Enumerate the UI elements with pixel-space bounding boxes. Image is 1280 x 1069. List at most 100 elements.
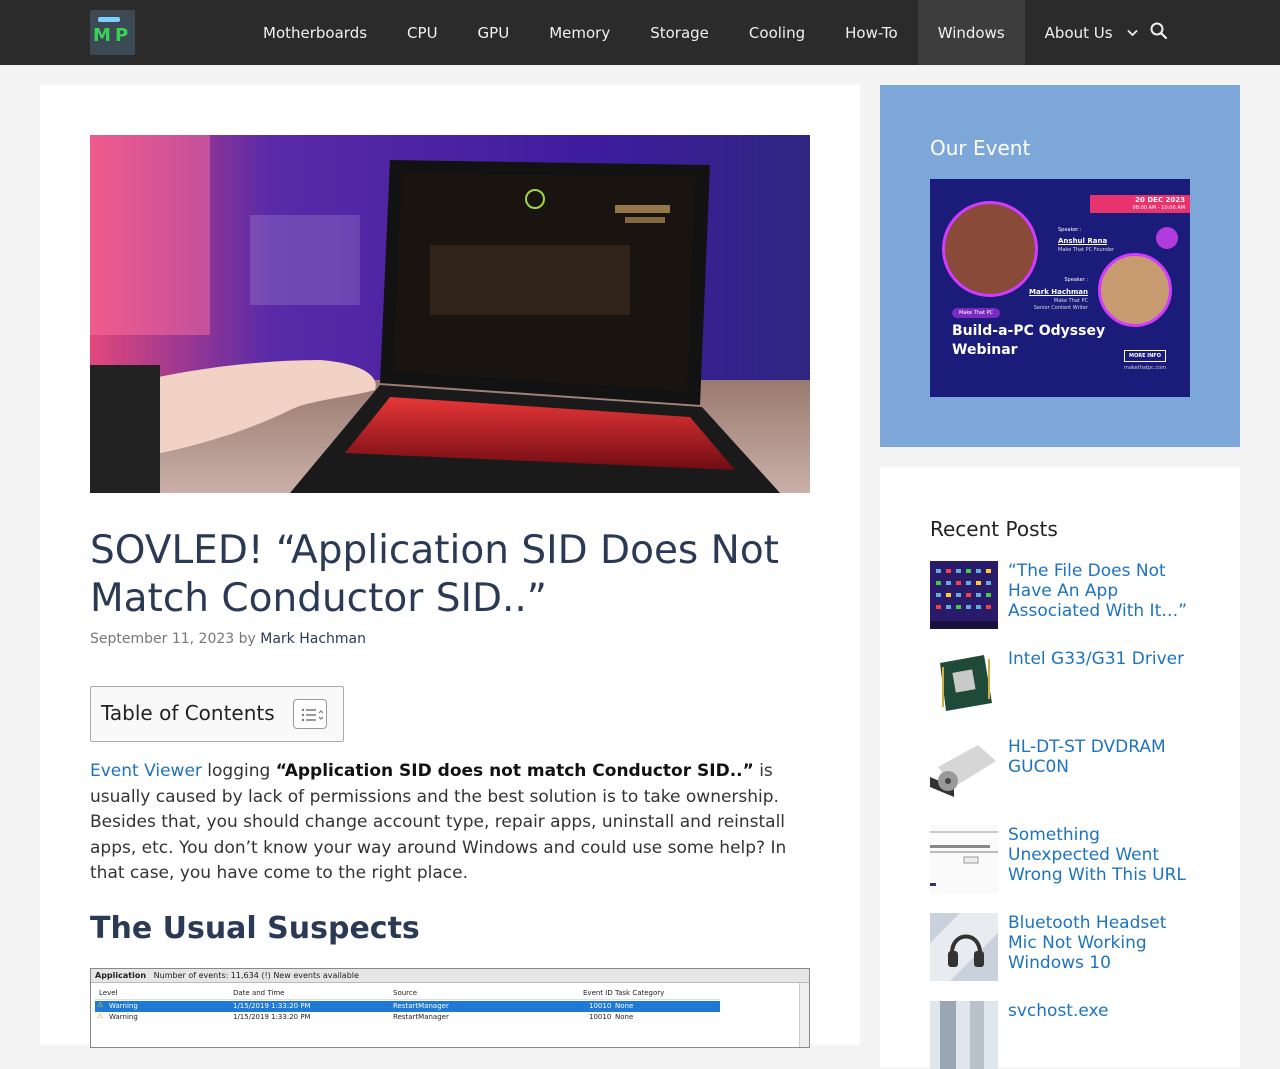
cell: None: [615, 1002, 634, 1010]
section-heading: The Usual Suspects: [90, 911, 420, 946]
cell: 1/15/2019 1:33:20 PM: [233, 1013, 311, 1021]
page-title: SOVLED! “Application SID Does Not Match …: [90, 528, 779, 621]
speaker1-photo: [942, 201, 1038, 297]
logo-letter-m: M: [93, 25, 111, 46]
more-info-button[interactable]: MORE INFO: [1124, 350, 1166, 362]
recent-posts-widget: Recent Posts “The File Does Not Have An …: [880, 467, 1240, 1069]
table-row[interactable]: ⚠ Warning 1/15/2019 1:33:20 PM RestartMa…: [95, 1012, 720, 1023]
cell: 10010: [589, 1013, 612, 1021]
nav-cpu[interactable]: CPU: [387, 0, 458, 65]
nav-label: Motherboards: [263, 23, 368, 42]
toc-toggle-button[interactable]: [293, 699, 327, 729]
recent-post-link[interactable]: svchost.exe: [1008, 1001, 1198, 1021]
cell: 1/15/2019 1:33:20 PM: [233, 1002, 311, 1010]
post-thumbnail[interactable]: [930, 737, 998, 805]
nav-label: Windows: [937, 23, 1005, 42]
nav-label: Memory: [549, 23, 611, 42]
speaker1-role: Make That PC Founder: [1058, 247, 1115, 253]
event-viewer-screenshot: Application Number of events: 11,634 (!)…: [90, 968, 810, 1048]
screenshot-header: Application Number of events: 11,634 (!)…: [91, 969, 809, 983]
banner-headline-1: Build-a-PC Odyssey: [952, 323, 1106, 339]
post-meta: September 11, 2023 by Mark Hachman: [90, 631, 366, 647]
nav-how-to[interactable]: How-To: [825, 0, 918, 65]
nav-gpu[interactable]: GPU: [458, 0, 530, 65]
event-date: 20 DEC 2023: [1135, 196, 1185, 204]
logo-letter-p: P: [115, 25, 129, 46]
intro-text-1: logging: [201, 761, 276, 781]
screenshot-scrollbar: [799, 983, 809, 1047]
nav-storage[interactable]: Storage: [630, 0, 729, 65]
nav-label: Cooling: [748, 23, 806, 42]
event-time: 08:00 AM - 10:00 AM: [1132, 205, 1185, 211]
speaker2-photo: [1098, 253, 1172, 327]
event-widget: Our Event 20 DEC 2023 08:00 AM - 10:00 A…: [880, 85, 1240, 447]
speaker2-title: Senior Content Writer: [1033, 305, 1088, 311]
cell: Warning: [109, 1013, 138, 1021]
screenshot-tab: Application: [95, 971, 147, 980]
nav-label: How-To: [845, 23, 898, 42]
event-widget-title: Our Event: [930, 136, 1031, 160]
cell: RestartManager: [393, 1013, 449, 1021]
nav-about-us[interactable]: About Us: [1025, 0, 1158, 65]
post-thumbnail[interactable]: [930, 825, 998, 893]
cell: RestartManager: [393, 1002, 449, 1010]
speaker1-label: Speaker :: [1058, 227, 1082, 233]
recent-post-link[interactable]: “The File Does Not Have An App Associate…: [1008, 561, 1198, 621]
nav-memory[interactable]: Memory: [529, 0, 630, 65]
logo-wrench-icon: [98, 17, 120, 22]
nav-windows[interactable]: Windows: [917, 0, 1025, 65]
banner-site: makethatpc.com: [1124, 365, 1167, 371]
brand-tag: Make That PC: [952, 308, 1000, 318]
cell: Warning: [109, 1002, 138, 1010]
post-by: by: [238, 631, 256, 647]
recent-post-link[interactable]: Something Unexpected Went Wrong With Thi…: [1008, 825, 1198, 885]
site-header: M P Motherboards CPU GPU Memory Storage …: [0, 0, 1280, 65]
nav-label: CPU: [407, 23, 438, 42]
speaker1-name: Anshul Rana: [1058, 237, 1108, 245]
nav-motherboards[interactable]: Motherboards: [243, 0, 387, 65]
nav-cooling[interactable]: Cooling: [729, 0, 825, 65]
nav-label: GPU: [477, 23, 510, 42]
nav-label: About Us: [1044, 23, 1113, 42]
site-logo[interactable]: M P: [90, 10, 135, 55]
hero-image-gaming-laptop: [90, 135, 810, 493]
search-icon[interactable]: [1150, 22, 1172, 44]
col-date: Date and Time: [233, 989, 285, 997]
post-thumbnail[interactable]: [930, 649, 998, 717]
post-thumbnail[interactable]: [930, 1001, 998, 1069]
recent-post-link[interactable]: Intel G33/G31 Driver: [1008, 649, 1198, 669]
post-date[interactable]: September 11, 2023: [90, 631, 234, 647]
main-nav: Motherboards CPU GPU Memory Storage Cool…: [243, 0, 1158, 65]
cell: None: [615, 1013, 634, 1021]
cell: 10010: [589, 1002, 612, 1010]
col-level: Level: [99, 989, 118, 997]
warning-icon: ⚠: [97, 1012, 104, 1020]
col-task-category: Task Category: [615, 989, 665, 997]
toc-title: Table of Contents: [101, 701, 275, 725]
webinar-banner[interactable]: 20 DEC 2023 08:00 AM - 10:00 AM Speaker …: [930, 179, 1190, 397]
speaker2-name: Mark Hachman: [1029, 288, 1088, 296]
warning-icon: ⚠: [97, 1001, 104, 1009]
banner-headline-2: Webinar: [952, 342, 1018, 358]
table-row[interactable]: ⚠ Warning 1/15/2019 1:33:20 PM RestartMa…: [95, 1001, 720, 1012]
author-link[interactable]: Mark Hachman: [260, 631, 366, 647]
intro-paragraph: Event Viewer logging “Application SID do…: [90, 759, 810, 887]
event-viewer-link[interactable]: Event Viewer: [90, 761, 202, 781]
post-thumbnail[interactable]: [930, 561, 998, 629]
speaker2-label: Speaker :: [1064, 277, 1088, 283]
recent-posts-title: Recent Posts: [930, 517, 1058, 541]
nav-label: Storage: [650, 23, 709, 42]
col-event-id: Event ID: [583, 989, 613, 997]
col-source: Source: [393, 989, 418, 997]
decor-dot: [1156, 227, 1178, 249]
recent-post-link[interactable]: Bluetooth Headset Mic Not Working Window…: [1008, 913, 1198, 973]
screenshot-columns: Level Date and Time Source Event ID Task…: [95, 987, 720, 1000]
screenshot-summary: Number of events: 11,634 (!) New events …: [153, 971, 359, 980]
table-of-contents: Table of Contents: [90, 686, 344, 742]
chevron-down-icon: [1126, 26, 1138, 40]
article-panel: SOVLED! “Application SID Does Not Match …: [40, 85, 860, 1048]
list-icon: [301, 708, 324, 722]
recent-post-link[interactable]: HL-DT-ST DVDRAM GUC0N: [1008, 737, 1198, 777]
intro-error-message: “Application SID does not match Conducto…: [275, 761, 754, 781]
post-thumbnail[interactable]: [930, 913, 998, 981]
